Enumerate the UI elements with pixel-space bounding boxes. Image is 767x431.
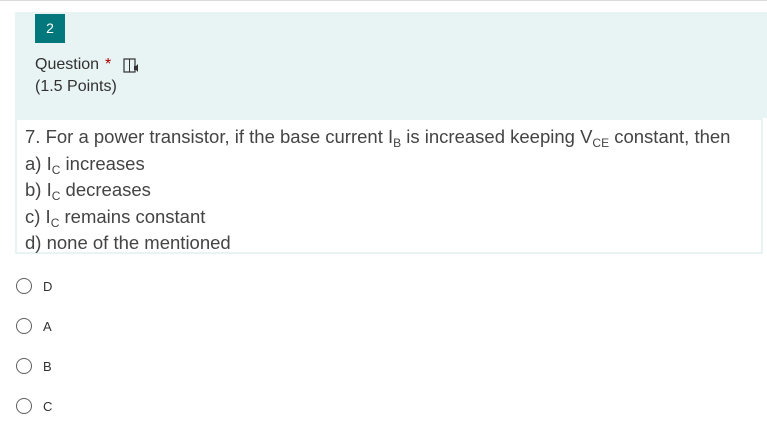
question-stem: 7. For a power transistor, if the base c… xyxy=(25,126,731,150)
question-content: 7. For a power transistor, if the base c… xyxy=(15,118,763,254)
radio-button-icon[interactable] xyxy=(16,318,32,334)
choice-text-c: c) IC remains constant xyxy=(25,205,206,230)
choice-text-a: a) IC increases xyxy=(25,152,145,177)
option-label: A xyxy=(43,318,52,334)
question-title: Question xyxy=(35,56,100,73)
question-title-row: Question * xyxy=(35,55,141,75)
required-marker: * xyxy=(105,56,112,73)
question-header: 2 Question * (1.5 Points) xyxy=(15,12,767,118)
choice-text-d: d) none of the mentioned xyxy=(25,232,231,253)
radio-button-icon[interactable] xyxy=(16,358,32,374)
radio-button-icon[interactable] xyxy=(16,278,32,294)
option-a[interactable]: A xyxy=(16,315,52,337)
choice-text-b: b) IC decreases xyxy=(25,179,151,203)
radio-button-icon[interactable] xyxy=(16,398,32,414)
question-points: (1.5 Points) xyxy=(35,78,117,95)
top-divider xyxy=(0,0,767,1)
option-b[interactable]: B xyxy=(16,355,52,377)
option-d[interactable]: D xyxy=(16,275,52,297)
option-c[interactable]: C xyxy=(16,395,52,417)
option-label: D xyxy=(43,278,53,294)
option-label: B xyxy=(43,358,52,374)
option-label: C xyxy=(43,398,53,414)
immersive-reader-icon[interactable] xyxy=(123,57,141,74)
question-number-badge: 2 xyxy=(35,14,65,43)
